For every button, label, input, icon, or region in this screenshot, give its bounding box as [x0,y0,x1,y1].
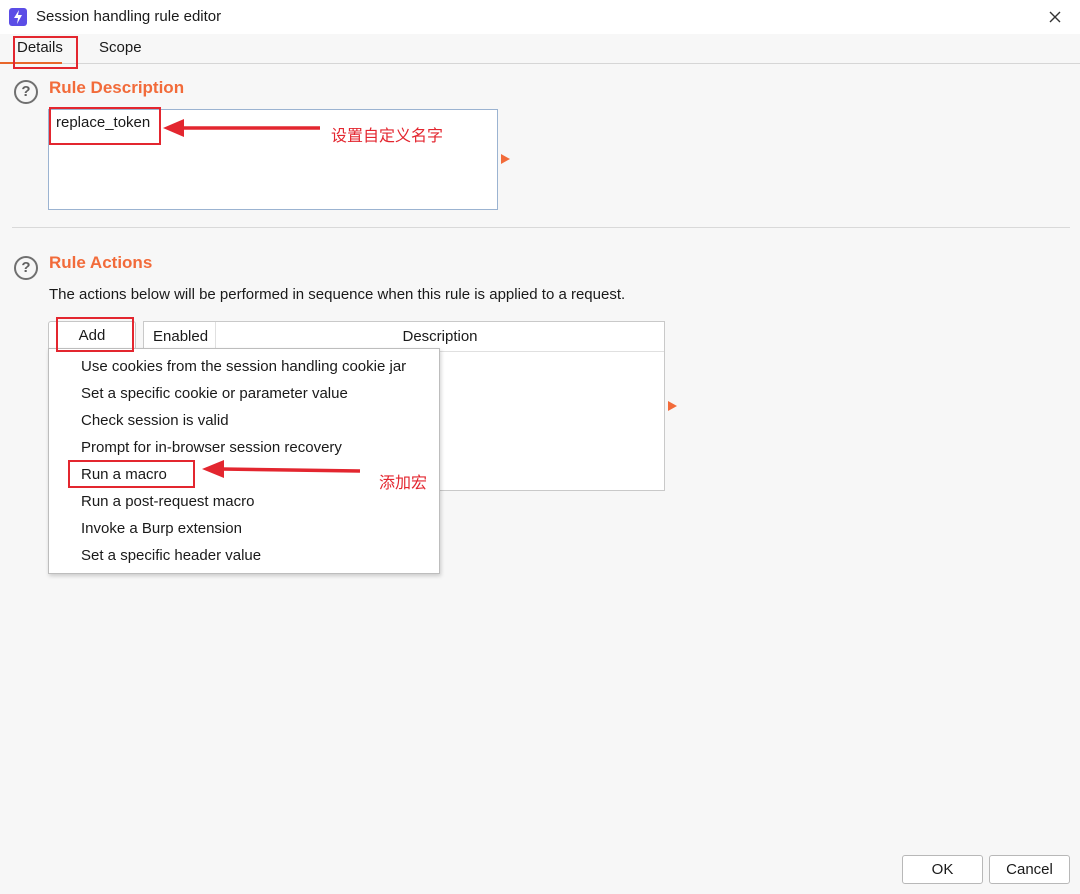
annotation-note-macro: 添加宏 [379,475,428,492]
annotation-arrows [163,119,361,478]
ok-button[interactable]: OK [902,855,983,884]
cancel-button[interactable]: Cancel [989,855,1070,884]
annotation-note-name: 设置自定义名字 [331,128,444,145]
annotation-arrowhead-macro [202,460,224,478]
annotation-arrow-macro [220,467,361,473]
annotation-arrowhead-name [163,119,184,137]
